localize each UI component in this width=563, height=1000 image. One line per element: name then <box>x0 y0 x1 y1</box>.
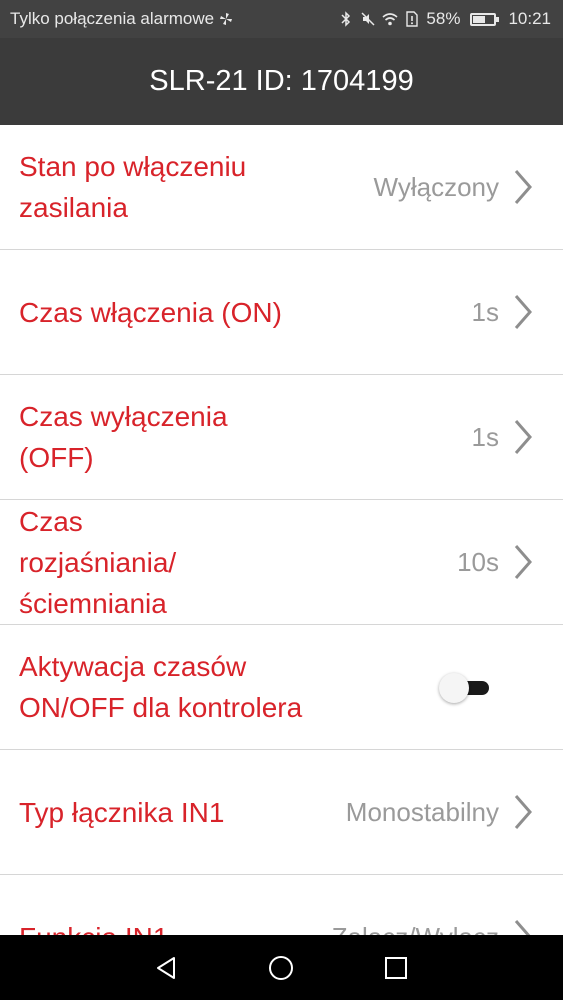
setting-value: 1s <box>471 421 499 452</box>
recents-button[interactable] <box>381 953 411 983</box>
mute-icon <box>361 12 375 26</box>
setting-label: Czas włączenia (ON) <box>19 296 282 328</box>
chevron-right-icon <box>514 545 532 579</box>
status-bar: Tylko połączenia alarmowe 58% 10:21 <box>0 0 563 38</box>
home-icon <box>269 955 294 980</box>
status-left: Tylko połączenia alarmowe <box>10 9 234 29</box>
navigation-bar <box>0 935 563 1000</box>
setting-value: Załącz/Wyłącz <box>332 922 499 936</box>
setting-row-in1-function[interactable]: Funkcja IN1 Załącz/Wyłącz <box>0 875 563 935</box>
setting-row-dimming-time[interactable]: Czas rozjaśniania/ ściemniania 10s <box>0 500 563 625</box>
setting-value-group: 1s <box>472 418 533 456</box>
setting-label: Stan po włączeniu zasilania <box>19 151 247 223</box>
back-button[interactable] <box>152 953 182 983</box>
recents-icon <box>384 956 407 979</box>
fan-icon <box>220 13 233 25</box>
setting-row-in1-switch-type[interactable]: Typ łącznika IN1 Monostabilny <box>0 750 563 875</box>
chevron-right-icon <box>514 420 532 454</box>
chevron-right-icon <box>514 795 532 829</box>
setting-value-group: 10s <box>457 543 533 581</box>
chevron-right-icon <box>514 920 531 935</box>
battery-icon <box>470 12 500 26</box>
setting-label: Typ łącznika IN1 <box>19 796 225 828</box>
wifi-icon <box>382 13 398 26</box>
setting-value-group: Monostabilny <box>346 793 533 831</box>
settings-list: Stan po włączeniu zasilania Wyłączony Cz… <box>0 125 563 935</box>
setting-value-group: Załącz/Wyłącz <box>332 918 533 935</box>
bluetooth-icon <box>341 11 351 27</box>
sim-alert-icon <box>406 11 419 27</box>
status-right: 58% 10:21 <box>338 9 551 29</box>
setting-value: Monostabilny <box>345 796 499 827</box>
setting-label: Czas rozjaśniania/ ściemniania <box>19 505 177 619</box>
setting-value: 1s <box>471 296 499 327</box>
app-bar: SLR-21 ID: 1704199 <box>0 38 563 125</box>
setting-row-on-time[interactable]: Czas włączenia (ON) 1s <box>0 250 563 375</box>
page-title: SLR-21 ID: 1704199 <box>149 65 414 97</box>
setting-label: Czas wyłączenia (OFF) <box>19 401 228 473</box>
battery-percent: 58% <box>426 9 461 28</box>
setting-value-group: Wyłączony <box>374 168 533 206</box>
home-button[interactable] <box>266 953 296 983</box>
setting-label: Aktywacja czasów ON/OFF dla kontrolera <box>19 651 303 723</box>
chevron-right-icon <box>514 295 532 329</box>
toggle-thumb <box>439 673 469 703</box>
setting-value: 10s <box>457 546 499 577</box>
controller-activation-toggle[interactable] <box>439 672 493 703</box>
setting-row-off-time[interactable]: Czas wyłączenia (OFF) 1s <box>0 375 563 500</box>
setting-row-power-on-state[interactable]: Stan po włączeniu zasilania Wyłączony <box>0 125 563 250</box>
setting-row-controller-activation: Aktywacja czasów ON/OFF dla kontrolera <box>0 625 563 750</box>
carrier-text: Tylko połączenia alarmowe <box>10 9 215 28</box>
setting-value: Wyłączony <box>373 171 499 202</box>
setting-label: Funkcja IN1 <box>19 917 289 936</box>
setting-value-group: 1s <box>472 293 533 331</box>
battery-fill <box>473 15 486 23</box>
clock: 10:21 <box>508 9 551 28</box>
back-icon <box>157 956 176 979</box>
chevron-right-icon <box>514 170 532 204</box>
